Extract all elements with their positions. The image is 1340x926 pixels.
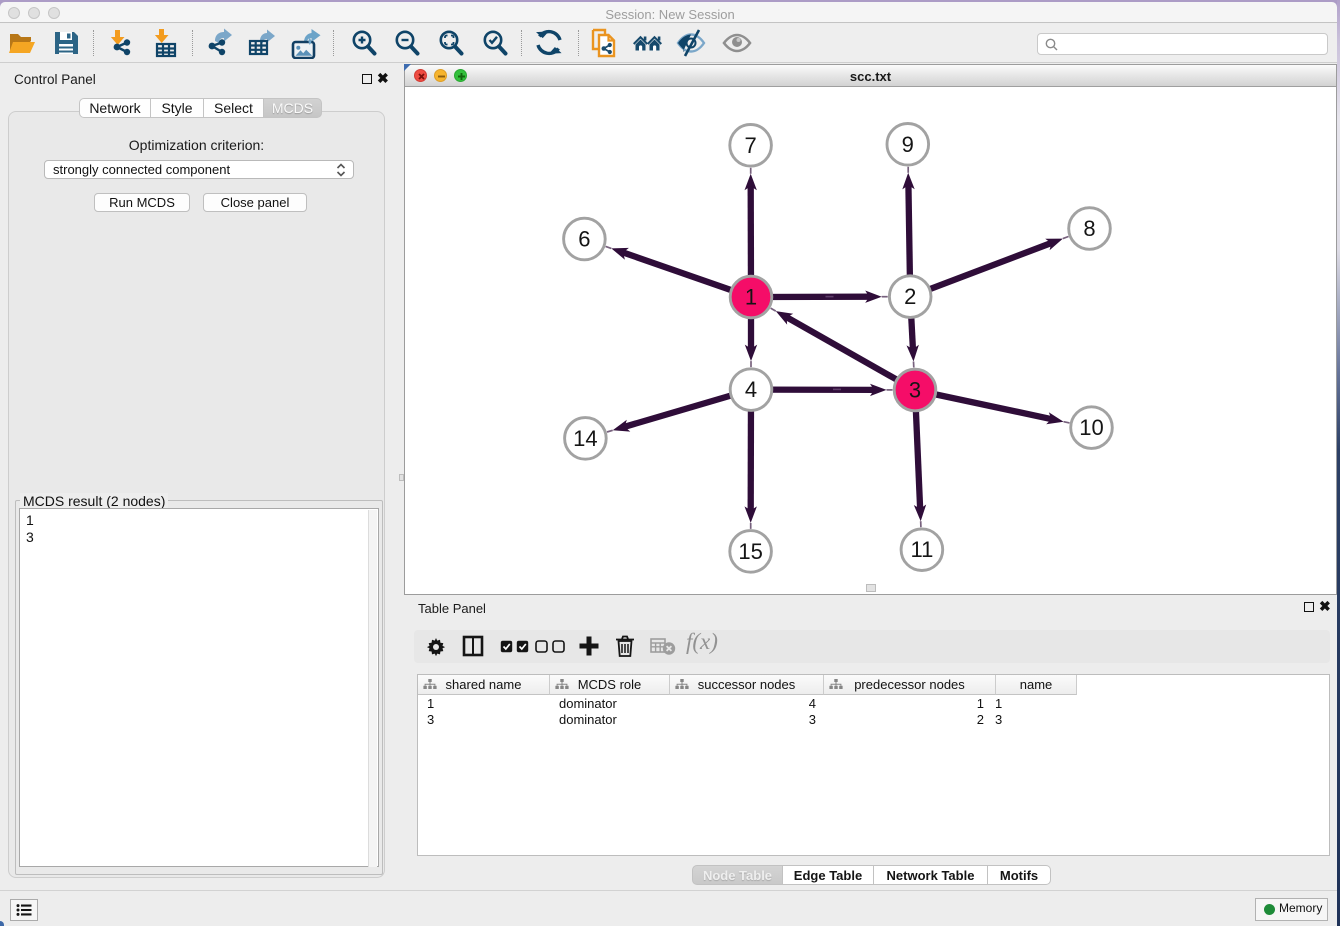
svg-text:14: 14 (573, 426, 597, 451)
svg-text:1: 1 (745, 285, 757, 310)
svg-text:4: 4 (745, 377, 757, 402)
svg-text:2: 2 (904, 284, 916, 309)
svg-text:10: 10 (1079, 415, 1103, 440)
svg-text:9: 9 (902, 132, 914, 157)
svg-text:6: 6 (578, 227, 590, 252)
svg-text:7: 7 (744, 133, 756, 158)
svg-text:8: 8 (1083, 216, 1095, 241)
svg-text:15: 15 (738, 539, 762, 564)
svg-text:11: 11 (910, 537, 933, 562)
svg-text:3: 3 (909, 378, 921, 403)
